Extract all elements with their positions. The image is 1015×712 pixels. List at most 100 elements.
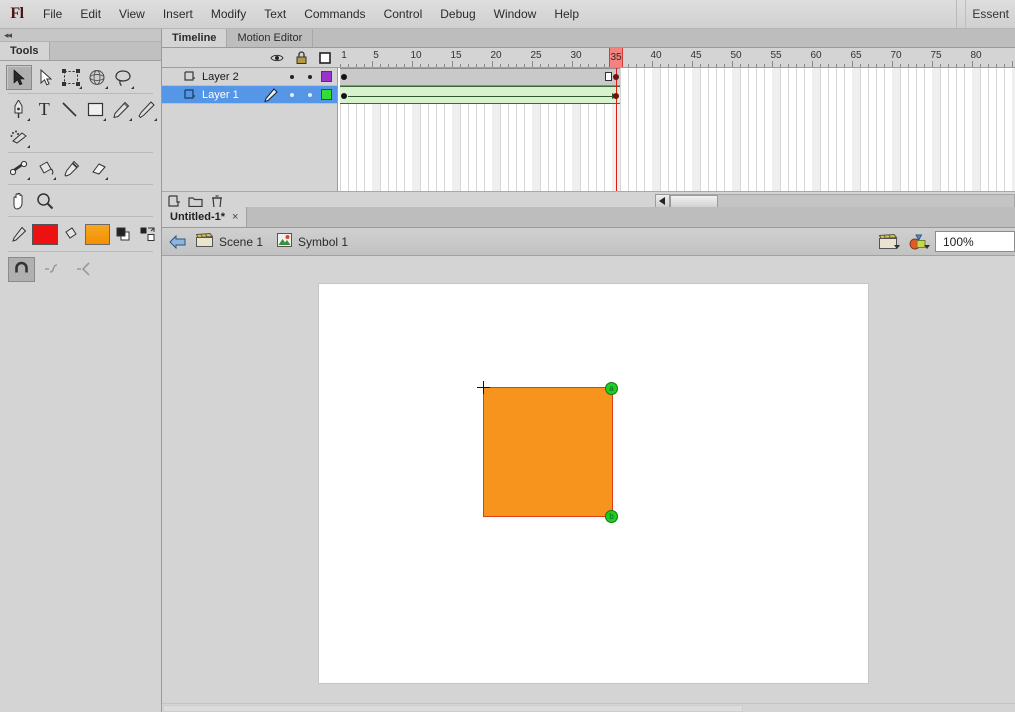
straighten-option-icon[interactable] <box>73 257 99 282</box>
rectangle-tool[interactable] <box>83 97 109 122</box>
menu-text[interactable]: Text <box>255 3 295 25</box>
back-arrow-icon[interactable] <box>168 233 186 251</box>
line-tool[interactable] <box>57 97 83 122</box>
3d-rotation-tool[interactable] <box>84 65 110 90</box>
menu-window[interactable]: Window <box>485 3 546 25</box>
workspace-label[interactable]: Essent <box>966 7 1015 21</box>
frame-gridline <box>980 68 981 191</box>
ruler-tick <box>828 64 829 67</box>
layer-lock-dot[interactable] <box>308 93 312 97</box>
text-tool[interactable]: T <box>32 97 58 122</box>
layer-visibility-dot[interactable] <box>290 75 294 79</box>
ruler-tick <box>420 64 421 67</box>
outline-square-icon[interactable] <box>318 51 332 65</box>
smooth-option-icon[interactable] <box>41 257 67 282</box>
bone-tool[interactable] <box>6 156 32 181</box>
timeline-ruler[interactable]: 15101520253035404550556065707580 35 <box>338 48 1015 68</box>
stage-area[interactable]: a b <box>162 256 1015 703</box>
snap-to-objects-icon[interactable] <box>8 257 35 282</box>
tools-tabstrip: Tools <box>0 42 161 61</box>
tools-grid: T <box>0 61 161 284</box>
layer-edit-pencil-icon <box>264 88 278 102</box>
menu-commands[interactable]: Commands <box>295 3 374 25</box>
lasso-tool[interactable] <box>110 65 136 90</box>
ruler-tick <box>660 64 661 67</box>
paint-bucket-tool[interactable] <box>32 156 58 181</box>
pen-tool[interactable] <box>6 97 32 122</box>
layer-visibility-dot[interactable] <box>290 93 294 97</box>
collapse-panel-icon[interactable]: ◂◂ <box>0 29 161 42</box>
playhead-marker[interactable]: 35 <box>609 48 623 67</box>
eye-icon[interactable] <box>270 51 284 65</box>
edit-symbol-icon[interactable] <box>905 231 931 253</box>
eraser-tool[interactable] <box>84 156 110 181</box>
tools-tab[interactable]: Tools <box>0 42 50 60</box>
eyedropper-tool[interactable] <box>58 156 84 181</box>
menu-control[interactable]: Control <box>375 3 432 25</box>
gradient-control-point-b[interactable]: b <box>605 510 618 523</box>
frame-band <box>892 68 900 191</box>
tab-motion-editor[interactable]: Motion Editor <box>227 29 313 47</box>
edit-scene-icon[interactable] <box>875 231 901 253</box>
lock-icon[interactable] <box>294 51 308 65</box>
ruler-tick-label: 75 <box>930 50 941 61</box>
zoom-tool[interactable] <box>32 188 58 213</box>
blank-keyframe-marker[interactable] <box>605 72 612 81</box>
fill-color-swatch[interactable] <box>85 224 110 245</box>
brush-tool[interactable] <box>134 97 160 122</box>
breadcrumb-scene-1[interactable]: Scene 1 <box>192 233 267 250</box>
pencil-tool[interactable] <box>108 97 134 122</box>
ruler-tick <box>444 64 445 67</box>
ruler-tick <box>628 64 629 67</box>
frame-gridline <box>948 68 949 191</box>
deco-tool[interactable] <box>6 124 32 149</box>
layer-row[interactable]: Layer 1 <box>162 86 337 104</box>
breadcrumb-symbol-1[interactable]: Symbol 1 <box>273 233 352 250</box>
ruler-tick <box>724 64 725 67</box>
menu-debug[interactable]: Debug <box>431 3 484 25</box>
layer-outline-color-swatch[interactable] <box>321 71 332 82</box>
layer-row[interactable]: Layer 2 <box>162 68 337 86</box>
scene-icon <box>196 233 213 250</box>
ruler-tick <box>764 64 765 67</box>
timeline-frames-grid[interactable] <box>338 68 1015 191</box>
swap-colors-button[interactable] <box>138 222 159 247</box>
scrollbar-thumb[interactable] <box>670 195 718 208</box>
selection-tool[interactable] <box>6 65 32 90</box>
scrollbar-thumb[interactable] <box>163 705 743 712</box>
menu-file[interactable]: File <box>34 3 71 25</box>
close-icon[interactable]: × <box>232 211 238 223</box>
frame-span-layer-1-shape-tween[interactable] <box>340 86 620 104</box>
ruler-tick <box>508 64 509 67</box>
menu-view[interactable]: View <box>110 3 154 25</box>
stage-canvas[interactable]: a b <box>319 284 868 683</box>
layer-lock-dot[interactable] <box>308 75 312 79</box>
gradient-control-point-a[interactable]: a <box>605 382 618 395</box>
menu-modify[interactable]: Modify <box>202 3 255 25</box>
document-tab[interactable]: Untitled-1* × <box>162 207 247 227</box>
subselection-tool[interactable] <box>32 65 58 90</box>
layer-outline-color-swatch[interactable] <box>321 89 332 100</box>
keyframe-marker[interactable] <box>341 93 347 99</box>
frame-span-layer-2[interactable] <box>340 68 620 86</box>
hand-tool[interactable] <box>6 188 32 213</box>
ruler-tick <box>396 64 397 67</box>
ruler-tick <box>644 64 645 67</box>
black-and-white-button[interactable] <box>113 222 134 247</box>
keyframe-marker[interactable] <box>341 74 347 80</box>
zoom-level-input[interactable]: 100% <box>935 231 1015 252</box>
menu-help[interactable]: Help <box>545 3 588 25</box>
stroke-color-swatch[interactable] <box>32 224 57 245</box>
stage-horizontal-scrollbar[interactable] <box>162 703 1015 712</box>
orange-square-shape[interactable] <box>483 387 613 517</box>
ruler-tick <box>516 64 517 67</box>
tab-timeline[interactable]: Timeline <box>162 29 227 47</box>
layer-name-label[interactable]: Layer 1 <box>202 89 239 101</box>
menu-insert[interactable]: Insert <box>154 3 202 25</box>
workspace-switcher[interactable]: Essent <box>956 0 1015 29</box>
ruler-tick <box>820 64 821 67</box>
free-transform-tool[interactable] <box>58 65 84 90</box>
menu-edit[interactable]: Edit <box>71 3 110 25</box>
ruler-tick-label: 1 <box>341 50 347 61</box>
layer-name-label[interactable]: Layer 2 <box>202 71 239 83</box>
